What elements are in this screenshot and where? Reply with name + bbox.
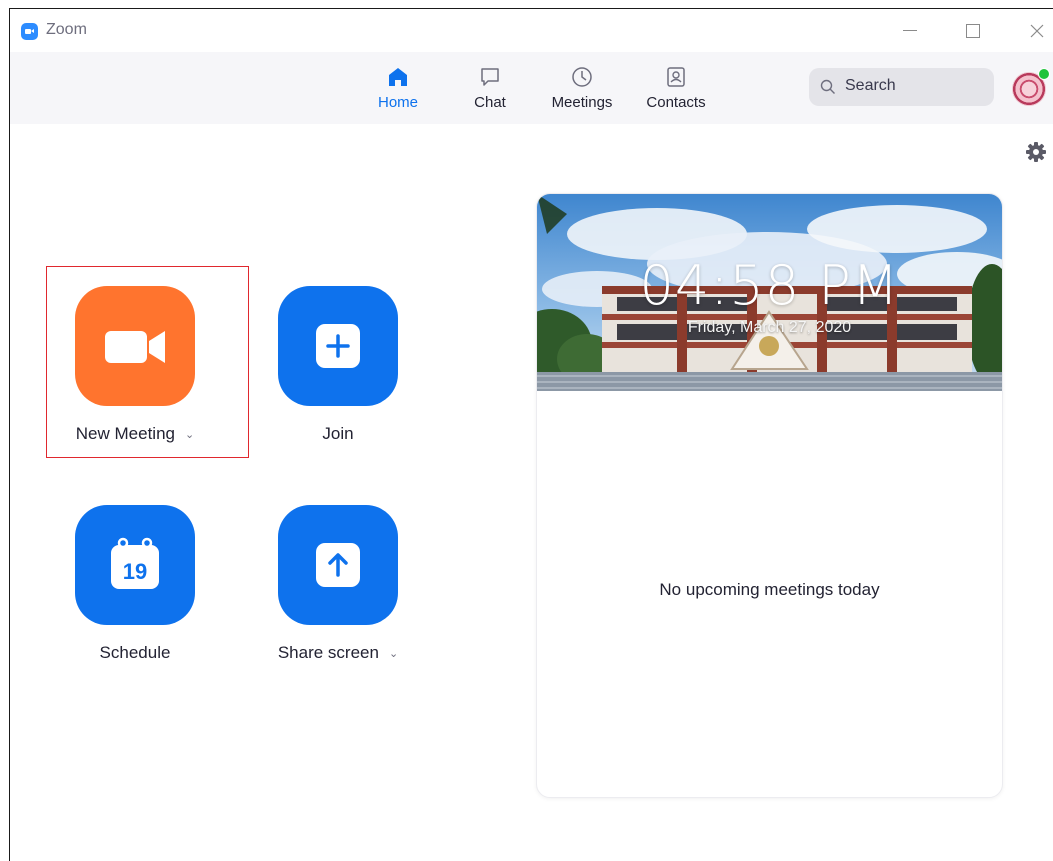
top-nav: Home Chat Meetings Contacts	[10, 52, 1053, 124]
share-screen-tile[interactable]	[278, 505, 398, 625]
calendar-day-number: 19	[123, 559, 147, 584]
clock-icon	[572, 67, 592, 87]
calendar-icon: 19	[111, 537, 159, 589]
tab-home-label: Home	[377, 94, 418, 111]
new-meeting-label: New Meeting	[75, 424, 175, 443]
empty-state-message: No upcoming meetings today	[659, 580, 880, 599]
home-icon	[389, 68, 407, 86]
new-meeting-button[interactable]: New Meeting ⌄	[55, 286, 215, 444]
close-icon	[1030, 24, 1044, 38]
schedule-label: Schedule	[99, 643, 171, 662]
share-screen-label: Share screen	[277, 643, 379, 662]
chat-bubble-icon	[481, 68, 499, 86]
tab-contacts[interactable]: Contacts	[638, 66, 714, 111]
chevron-down-icon[interactable]: ⌄	[389, 647, 398, 660]
presence-status-dot	[1038, 68, 1050, 80]
app-title: Zoom	[46, 21, 87, 38]
search-box[interactable]	[809, 68, 994, 106]
video-camera-icon	[105, 331, 165, 363]
tab-contacts-label: Contacts	[646, 94, 706, 111]
schedule-button[interactable]: 19 Schedule	[55, 505, 215, 663]
tab-meetings[interactable]: Meetings	[544, 66, 620, 111]
maximize-button[interactable]	[958, 17, 988, 45]
zoom-window: Zoom Home Chat Meetings Contacts Search …	[9, 8, 1053, 861]
close-button[interactable]	[1022, 17, 1052, 45]
join-label: Join	[322, 424, 354, 443]
maximize-icon	[966, 23, 980, 38]
zoom-logo-icon	[21, 23, 38, 40]
contact-card-icon	[667, 67, 685, 87]
minimize-button[interactable]	[895, 17, 925, 45]
banner-image: 04:58 PM Friday, March 27, 2020	[537, 194, 1002, 391]
tab-chat[interactable]: Chat	[462, 66, 518, 111]
tab-meetings-label: Meetings	[551, 94, 613, 111]
plus-icon	[316, 324, 360, 368]
search-input[interactable]	[845, 77, 985, 95]
tab-chat-label: Chat	[474, 94, 506, 111]
clock-time: 04:58 PM	[639, 254, 900, 317]
share-arrow-up-icon	[316, 543, 360, 587]
join-tile[interactable]	[278, 286, 398, 406]
schedule-tile[interactable]: 19	[75, 505, 195, 625]
clock-date: Friday, March 27, 2020	[687, 319, 852, 336]
title-bar: Zoom	[10, 9, 1053, 52]
chevron-down-icon[interactable]: ⌄	[185, 428, 194, 441]
minimize-icon	[903, 30, 917, 32]
upcoming-meetings-panel: 04:58 PM Friday, March 27, 2020 No upcom…	[536, 193, 1003, 798]
share-screen-button[interactable]: Share screen ⌄	[258, 505, 418, 663]
search-icon	[820, 79, 835, 94]
gear-icon[interactable]	[1025, 141, 1047, 163]
new-meeting-tile[interactable]	[75, 286, 195, 406]
tab-home[interactable]: Home	[370, 66, 426, 111]
join-button[interactable]: Join	[258, 286, 418, 444]
